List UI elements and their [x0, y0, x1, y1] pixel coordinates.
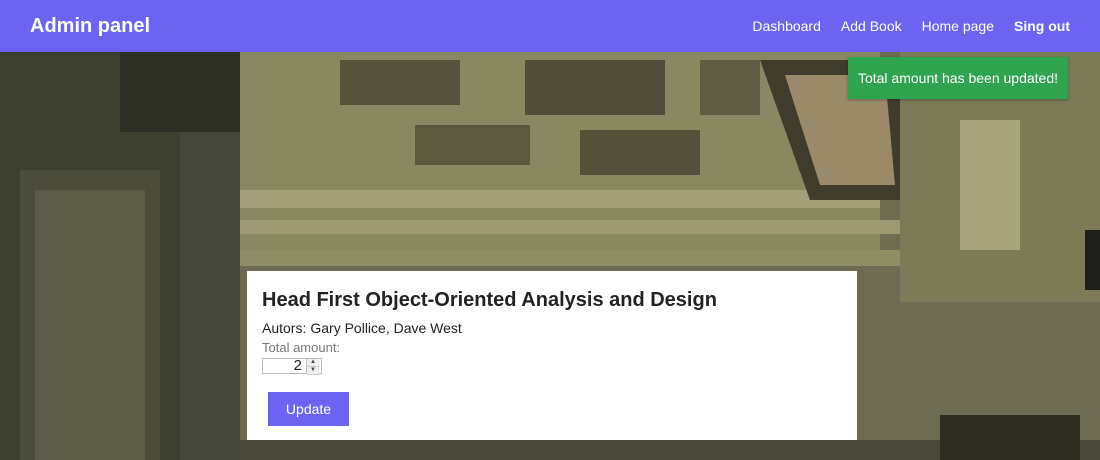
book-card: Head First Object-Oriented Analysis and …: [247, 271, 857, 440]
nav-links: Dashboard Add Book Home page Sing out: [732, 18, 1070, 34]
total-amount-value[interactable]: 2: [263, 358, 306, 374]
nav-dashboard[interactable]: Dashboard: [752, 18, 821, 34]
spin-buttons: ▲ ▼: [306, 359, 319, 375]
book-title: Head First Object-Oriented Analysis and …: [262, 289, 717, 311]
brand-title[interactable]: Admin panel: [30, 15, 150, 38]
nav-sign-out[interactable]: Sing out: [1014, 18, 1070, 34]
authors-label: Autors:: [262, 320, 307, 336]
total-amount-input[interactable]: 2 ▲ ▼: [262, 358, 322, 375]
total-amount-label: Total amount:: [262, 340, 341, 355]
nav-add-book[interactable]: Add Book: [841, 18, 902, 34]
decrement-icon[interactable]: ▼: [307, 367, 319, 375]
book-authors: Autors: Gary Pollice, Dave West: [262, 320, 842, 336]
authors-value: Gary Pollice, Dave West: [310, 320, 462, 336]
success-toast: Total amount has been updated!: [848, 57, 1068, 99]
navbar: Admin panel Dashboard Add Book Home page…: [0, 0, 1100, 52]
update-button[interactable]: Update: [268, 392, 349, 426]
increment-icon[interactable]: ▲: [307, 359, 319, 367]
nav-home-page[interactable]: Home page: [922, 18, 994, 34]
